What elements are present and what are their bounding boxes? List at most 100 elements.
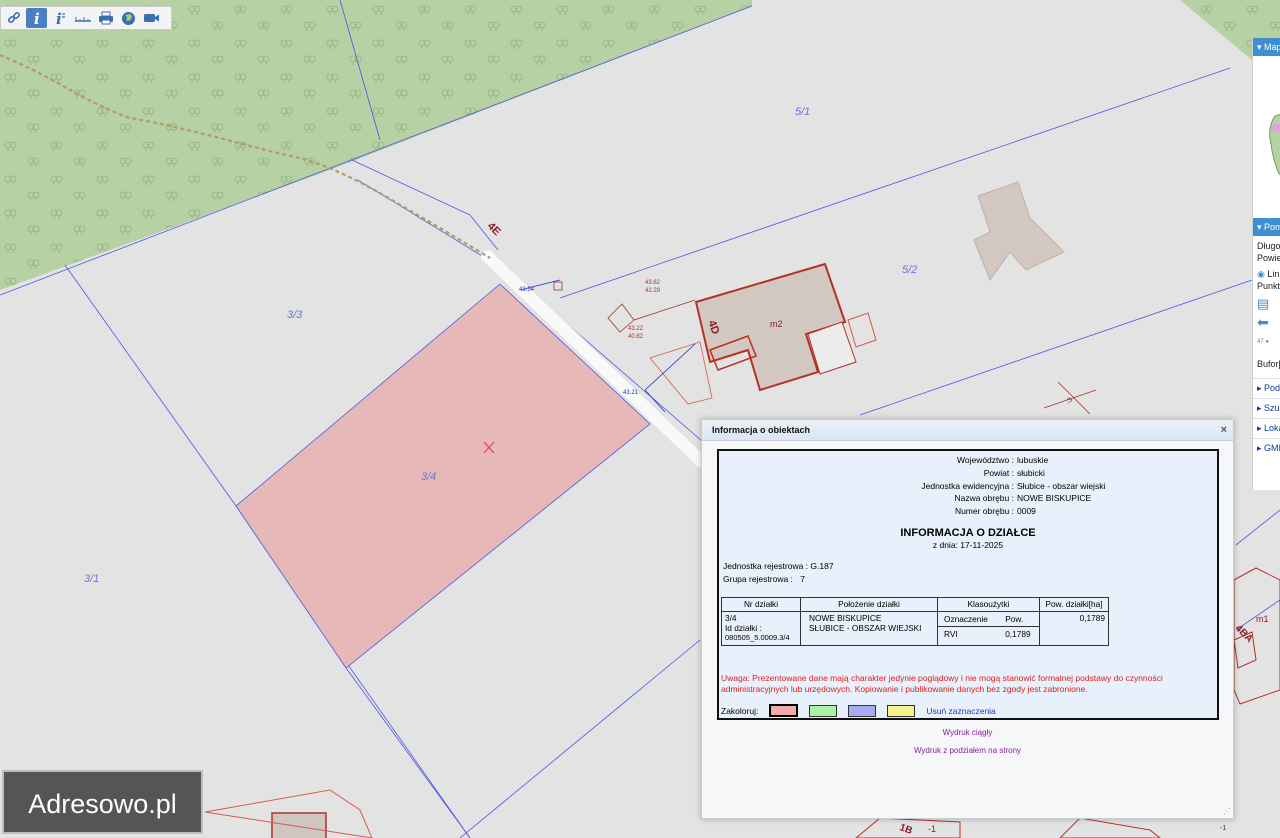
label-3-3: 3/3 [287, 309, 303, 321]
survey-43-21: 43.21 [623, 390, 639, 396]
cell-nr: 3/4 Id działki : 080505_5.0009.3/4 [721, 611, 801, 646]
location-line1: NOWE BISKUPICE [809, 613, 882, 623]
parcel-table: Nr działki Położenie działki Klasoużytki… [721, 597, 1109, 646]
clear-selection-link[interactable]: Usuń zaznaczenia [926, 706, 995, 716]
side-link-gmina-label: GMINA Pilzno [1264, 443, 1280, 453]
cell-class: Oznaczenie Pow. RVI 0,1789 [937, 611, 1040, 646]
class-code: RVI [944, 629, 958, 639]
parcel-id-value: 080505_5.0009.3/4 [725, 633, 790, 642]
map-toolbar: i i [0, 6, 172, 30]
object-info-popup: Informacja o obiektach × Województwo : l… [701, 419, 1234, 819]
registration-unit-label: Jednostka rejestrowa : [723, 561, 809, 571]
field-value: słubicki [1017, 468, 1045, 478]
label-3-4: 3/4 [421, 471, 436, 483]
swatch-blue[interactable] [848, 704, 877, 717]
field-key: Województwo : [956, 455, 1014, 465]
globe-icon[interactable] [118, 8, 139, 28]
class-area-header: Pow. [1001, 612, 1039, 627]
label-minus1: -1 [928, 824, 936, 834]
document-icon[interactable]: ▤ [1253, 297, 1280, 310]
info-icon[interactable]: i [26, 8, 47, 28]
th-area: Pow. działki[ha] [1039, 597, 1109, 612]
th-nr: Nr działki [721, 597, 801, 612]
survey-42-29: 42.29 [645, 288, 661, 294]
th-location: Położenie działki [800, 597, 938, 612]
survey-43-22: 43.22 [628, 326, 644, 332]
arrow-left-icon[interactable]: ⬅ [1253, 315, 1280, 329]
registration-group-label: Grupa rejestrowa : [723, 574, 793, 584]
svg-text:i: i [34, 10, 40, 26]
table-row: 3/4 Id działki : 080505_5.0009.3/4 NOWE … [721, 611, 1109, 646]
survey-43-54: 43.54 [519, 287, 535, 293]
print-continuous-link[interactable]: Wydruk ciągły [702, 728, 1233, 737]
registration-group-value: 7 [800, 574, 806, 584]
colorize-label: Zakoloruj: [721, 705, 759, 716]
class-area: 0,1789 [1005, 629, 1031, 639]
side-link-lokalizacja-label: Lokalizacja [1264, 423, 1280, 433]
side-row-area: Powierzchnia [1257, 253, 1280, 263]
popup-title: Informacja o obiektach [712, 425, 811, 435]
field-value: Słubice - obszar wiejski [1017, 481, 1106, 491]
label-m2: m2 [770, 319, 783, 329]
label-3-1: 3/1 [84, 573, 99, 585]
label-5-1: 5/1 [795, 106, 810, 118]
colorize-row: Zakoloruj: Usuń zaznaczenia [721, 704, 996, 717]
side-row-line-label: Linia [1267, 269, 1280, 279]
info-title: INFORMACJA O DZIAŁCE [900, 527, 1036, 539]
field-value: lubuskie [1017, 455, 1049, 465]
side-header-map[interactable]: ▾ Mapa [1253, 38, 1280, 56]
swatch-yellow[interactable] [887, 704, 916, 717]
side-panel: ▾ Mapa ▾ Pomiar Długość Powierzchnia ◉ L… [1252, 38, 1280, 490]
cell-location: NOWE BISKUPICE SŁUBICE - OBSZAR WIEJSKI [800, 611, 938, 646]
survey-minus1: -1 [1220, 825, 1226, 832]
popup-title-bar[interactable]: Informacja o obiektach × [702, 420, 1233, 441]
measure-icon[interactable] [72, 8, 93, 28]
side-link-gmina[interactable]: ▸ GMINA Pilzno [1253, 438, 1280, 458]
swatch-green[interactable] [809, 704, 838, 717]
side-link-szukaj-label: Szukaj [1264, 403, 1280, 413]
registration-group: Grupa rejestrowa : 7 [723, 574, 805, 584]
slider-icon[interactable]: 47 ● [1253, 336, 1280, 348]
disclaimer-text: Uwaga: Prezentowane dane mają charakter … [721, 673, 1163, 694]
side-row-line[interactable]: ◉ Linia [1253, 268, 1280, 280]
th-class: Klasoużytki [937, 597, 1040, 612]
label-5-2: 5/2 [902, 264, 917, 276]
class-code-header: Oznaczenie [938, 612, 1002, 627]
side-row-buffer: Bufor[m] [1257, 359, 1280, 369]
svg-text:i: i [56, 10, 62, 26]
side-header-measure[interactable]: ▾ Pomiar [1253, 218, 1280, 236]
registration-unit-value: G.187 [810, 561, 834, 571]
survey-40-82: 40.82 [628, 334, 644, 340]
camera-icon[interactable] [141, 8, 162, 28]
side-row-length: Długość [1257, 241, 1280, 251]
side-link-podzial[interactable]: ▸ Podział [1253, 378, 1280, 398]
side-row-point[interactable]: Punkt [1253, 280, 1280, 292]
link-icon[interactable] [3, 8, 24, 28]
building-bottom [271, 812, 327, 838]
parcel-number: 3/4 [725, 613, 737, 623]
registration-unit: Jednostka rejestrowa : G.187 [723, 561, 834, 571]
side-header-map-label: Mapa [1264, 42, 1280, 52]
field-key: Numer obrębu : [954, 506, 1014, 516]
side-link-lokalizacja[interactable]: ▸ Lokalizacja [1253, 418, 1280, 438]
print-icon[interactable] [95, 8, 116, 28]
info-italic-icon[interactable]: i [49, 8, 70, 28]
field-value: NOWE BISKUPICE [1017, 493, 1092, 503]
side-minimap [1253, 56, 1280, 218]
resize-handle-icon[interactable]: ⋰ [1223, 807, 1231, 816]
info-date: z dnia: 17-11-2025 [932, 540, 1004, 550]
parcel-id-label: Id działki : [725, 623, 762, 633]
field-value: 0009 [1017, 506, 1036, 516]
survey-43-62: 43.62 [645, 280, 661, 286]
watermark-logo: Adresowo.pl [2, 770, 203, 834]
close-icon[interactable]: × [1221, 420, 1227, 440]
swatch-red[interactable] [769, 704, 799, 717]
side-header-measure-label: Pomiar [1264, 222, 1280, 232]
location-line2: SŁUBICE - OBSZAR WIEJSKI [809, 623, 922, 633]
print-pages-link[interactable]: Wydruk z podziałem na strony [702, 746, 1233, 755]
side-link-szukaj[interactable]: ▸ Szukaj [1253, 398, 1280, 418]
label-m1: m1 [1256, 614, 1269, 624]
field-key: Powiat : [983, 468, 1014, 478]
parcel-info-box: Województwo : lubuskie Powiat : słubicki… [717, 449, 1219, 720]
field-key: Nazwa obrębu : [954, 493, 1014, 503]
